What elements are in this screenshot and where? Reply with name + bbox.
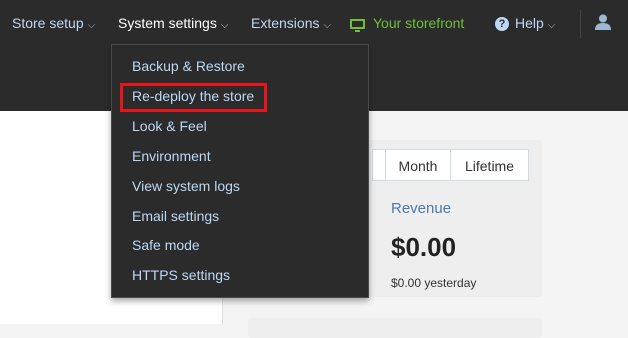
menu-item-environment[interactable]: Environment — [132, 145, 211, 167]
chevron-down-icon: ⌵ — [547, 20, 556, 31]
revenue-value: $0.00 — [391, 232, 457, 262]
main-nav: Store setup ⌵ System settings ⌵ Extensions… — [12, 12, 628, 34]
nav-extensions-label: Extensions — [251, 15, 320, 31]
nav-your-storefront-label: Your storefront — [373, 15, 465, 31]
nav-your-storefront[interactable]: Your storefront — [350, 12, 464, 34]
menu-item-view-system-logs[interactable]: View system logs — [132, 175, 240, 197]
menu-item-safe-mode[interactable]: Safe mode — [132, 234, 200, 256]
nav-help[interactable]: ? Help ⌵ — [495, 12, 555, 34]
period-tabs: Month Lifetime — [372, 149, 529, 181]
chevron-down-icon: ⌵ — [87, 20, 96, 31]
revenue-yesterday: $0.00 yesterday — [391, 276, 477, 290]
nav-help-label: Help — [515, 15, 544, 31]
nav-store-setup-label: Store setup — [12, 15, 84, 31]
highlight-box — [120, 83, 267, 112]
menu-item-look-feel[interactable]: Look & Feel — [132, 115, 207, 137]
tab-month[interactable]: Month — [385, 149, 451, 181]
question-circle-icon: ? — [495, 17, 509, 31]
tab-previous-period[interactable] — [372, 149, 385, 181]
chevron-down-icon: ⌵ — [323, 20, 332, 31]
menu-item-backup-restore[interactable]: Backup & Restore — [132, 55, 245, 77]
user-icon[interactable] — [594, 13, 612, 31]
nav-store-setup[interactable]: Store setup ⌵ — [12, 12, 95, 34]
nav-system-settings[interactable]: System settings ⌵ — [118, 12, 228, 34]
menu-item-email-settings[interactable]: Email settings — [132, 205, 219, 227]
nav-system-settings-label: System settings — [118, 15, 217, 31]
secondary-card — [248, 318, 542, 338]
monitor-icon — [350, 19, 365, 32]
revenue-label: Revenue — [391, 200, 452, 217]
nav-divider — [580, 10, 581, 38]
menu-item-https-settings[interactable]: HTTPS settings — [132, 264, 230, 286]
system-settings-dropdown: Backup & Restore Re-deploy the store Loo… — [111, 44, 369, 298]
tab-lifetime[interactable]: Lifetime — [451, 149, 529, 181]
nav-extensions[interactable]: Extensions ⌵ — [251, 12, 331, 34]
chevron-down-icon: ⌵ — [220, 20, 229, 31]
